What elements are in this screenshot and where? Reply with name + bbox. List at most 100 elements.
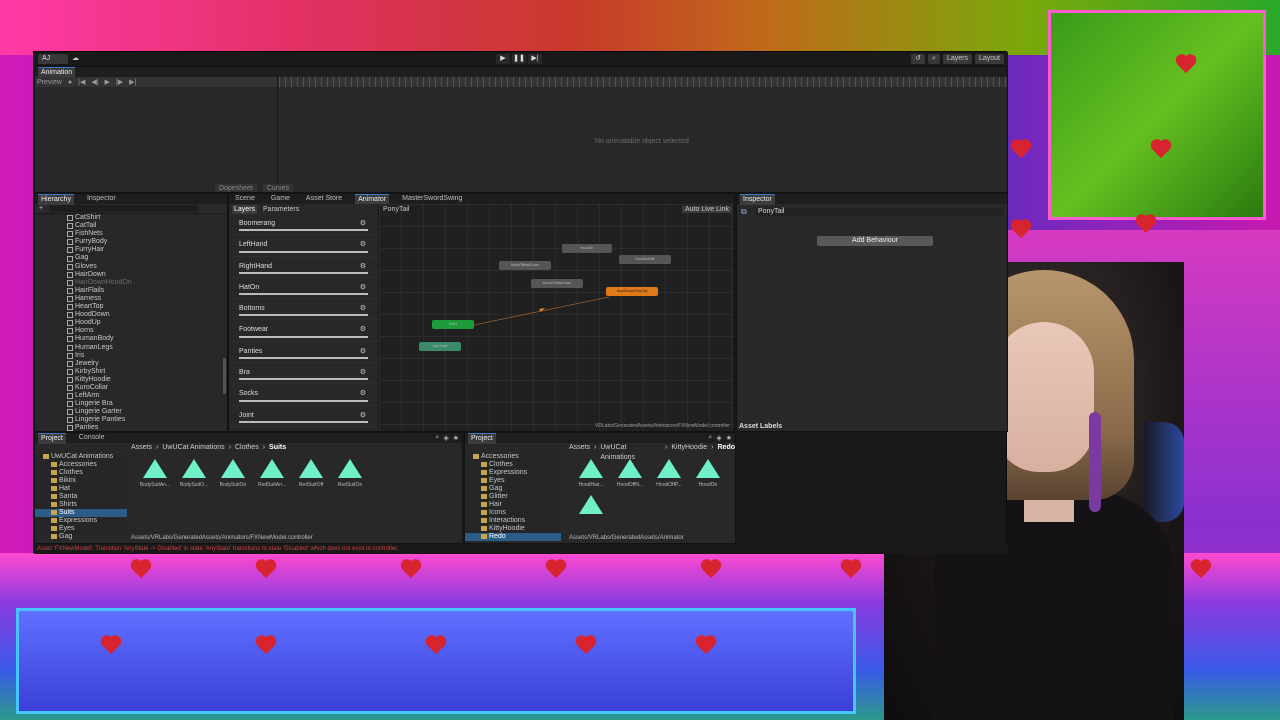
- animation-clip-asset[interactable]: [575, 495, 607, 518]
- hierarchy-item[interactable]: KirbyShirt: [67, 368, 227, 376]
- folder-item[interactable]: Gag: [465, 485, 561, 493]
- gear-icon[interactable]: ⚙: [360, 262, 366, 270]
- gear-icon[interactable]: ⚙: [360, 304, 366, 312]
- hierarchy-item[interactable]: HairDown: [67, 271, 227, 279]
- tab-animator[interactable]: Animator: [355, 194, 390, 205]
- prev-key-icon[interactable]: ◀|: [91, 78, 98, 86]
- hierarchy-item[interactable]: Horns: [67, 327, 227, 335]
- animation-clip-asset[interactable]: HoodOffP...: [653, 459, 685, 488]
- folder-item[interactable]: Eyes: [35, 525, 127, 533]
- tab-parameters[interactable]: Parameters: [261, 205, 301, 214]
- preview-toggle[interactable]: Preview: [37, 79, 62, 86]
- layer-weight-bar[interactable]: [239, 399, 368, 402]
- hierarchy-item[interactable]: Lingerie Panties: [67, 416, 227, 424]
- animation-clip-asset[interactable]: HoodOffN...: [614, 459, 646, 488]
- folder-item[interactable]: Interactions: [465, 517, 561, 525]
- animation-clip-asset[interactable]: BodySuitO...: [178, 459, 210, 488]
- record-icon[interactable]: ●: [68, 79, 72, 86]
- animator-layer[interactable]: RightHand ⚙: [229, 257, 378, 278]
- hierarchy-item[interactable]: FishNets: [67, 230, 227, 238]
- folder-item[interactable]: Icons: [465, 509, 561, 517]
- folder-item[interactable]: Hat: [35, 485, 127, 493]
- hierarchy-item[interactable]: FurryBody: [67, 238, 227, 246]
- hierarchy-item[interactable]: HoodUp: [67, 319, 227, 327]
- tab-inspector-left[interactable]: Inspector: [84, 194, 119, 204]
- layers-dropdown[interactable]: Layers: [942, 54, 972, 64]
- animation-clip-asset[interactable]: RedSuitOff: [295, 459, 327, 488]
- last-key-icon[interactable]: ▶|: [129, 78, 136, 86]
- folder-item[interactable]: Santa: [35, 493, 127, 501]
- tab-animation[interactable]: Animation: [38, 67, 76, 78]
- hierarchy-item[interactable]: Iris: [67, 352, 227, 360]
- hierarchy-item[interactable]: Jewelry: [67, 360, 227, 368]
- folder-item[interactable]: Eyes: [465, 477, 561, 485]
- folder-item[interactable]: Redo: [465, 533, 561, 541]
- folder-item[interactable]: Expressions: [35, 517, 127, 525]
- dopesheet-button[interactable]: Dopesheet: [215, 184, 257, 192]
- hierarchy-item[interactable]: CatTail: [67, 222, 227, 230]
- layer-weight-bar[interactable]: [239, 271, 368, 274]
- cloud-icon[interactable]: ☁: [72, 54, 84, 64]
- hierarchy-item[interactable]: Lingerie Garter: [67, 408, 227, 416]
- star-icon[interactable]: ★: [726, 434, 732, 442]
- graph-breadcrumb[interactable]: PonyTail: [383, 206, 409, 213]
- breadcrumb-item[interactable]: Clothes: [235, 443, 259, 453]
- tab-hierarchy[interactable]: Hierarchy: [38, 194, 74, 205]
- tab-layers[interactable]: Layers: [232, 204, 258, 214]
- breadcrumb-item[interactable]: UwUCat Animations: [600, 443, 661, 461]
- hierarchy-item[interactable]: Panties: [67, 424, 227, 431]
- animation-clip-asset[interactable]: RedSuitAn...: [256, 459, 288, 488]
- folder-item[interactable]: Clothes: [465, 461, 561, 469]
- layer-weight-bar[interactable]: [239, 420, 368, 423]
- state-graph[interactable]: HoodOn HoodOffHairDown HoodOnHairDown HoodO…: [379, 204, 734, 431]
- step-button[interactable]: ▶|: [528, 54, 542, 64]
- account-dropdown[interactable]: AJ: [38, 54, 68, 64]
- hierarchy-item[interactable]: HoodDown: [67, 311, 227, 319]
- timeline-ruler[interactable]: [279, 77, 1007, 87]
- breadcrumb-item[interactable]: Suits: [269, 443, 286, 453]
- gear-icon[interactable]: ⚙: [360, 219, 366, 227]
- search-icon[interactable]: ⌕: [435, 434, 439, 442]
- hierarchy-item[interactable]: HairFlails: [67, 287, 227, 295]
- filter-icon[interactable]: ◈: [716, 434, 721, 442]
- filter-icon[interactable]: ◈: [443, 434, 448, 442]
- pause-button[interactable]: ❚❚: [512, 54, 526, 64]
- layer-weight-bar[interactable]: [239, 357, 368, 360]
- history-icon[interactable]: ↺: [911, 54, 926, 64]
- star-icon[interactable]: ★: [453, 434, 459, 442]
- breadcrumb-item[interactable]: Redo: [718, 443, 736, 453]
- tab-asset-store[interactable]: Asset Store: [303, 194, 345, 204]
- layer-weight-bar[interactable]: [239, 335, 368, 338]
- folder-item[interactable]: UwUCat Animations: [35, 453, 127, 461]
- tab-scene[interactable]: Scene: [232, 194, 258, 204]
- folder-item[interactable]: Accessories: [35, 461, 127, 469]
- breadcrumb-item[interactable]: KittyHoodie: [671, 443, 707, 453]
- breadcrumb-item[interactable]: UwUCat Animations: [162, 443, 224, 453]
- layer-weight-bar[interactable]: [239, 314, 368, 317]
- layer-weight-bar[interactable]: [239, 293, 368, 296]
- folder-item[interactable]: Gag: [35, 533, 127, 541]
- folder-item[interactable]: KittyHoodie: [465, 525, 561, 533]
- first-key-icon[interactable]: |◀: [78, 78, 85, 86]
- animation-clip-asset[interactable]: HoodOn: [692, 459, 724, 488]
- layer-weight-bar[interactable]: [239, 250, 368, 253]
- play-anim-icon[interactable]: ▶: [105, 78, 110, 86]
- folder-item[interactable]: Hair: [465, 501, 561, 509]
- hierarchy-item[interactable]: HumanLegs: [67, 344, 227, 352]
- animation-clip-asset[interactable]: BodySuitAn...: [139, 459, 171, 488]
- auto-live-link-button[interactable]: Auto Live Link: [682, 205, 732, 213]
- gear-icon[interactable]: ⚙: [360, 325, 366, 333]
- gear-icon[interactable]: ⚙: [360, 368, 366, 376]
- search-icon[interactable]: ⌕: [928, 54, 940, 64]
- search-icon[interactable]: ⌕: [708, 434, 712, 442]
- next-key-icon[interactable]: |▶: [116, 78, 123, 86]
- gear-icon[interactable]: ⚙: [360, 389, 366, 397]
- animator-layer[interactable]: Boomerang ⚙: [229, 214, 378, 236]
- hierarchy-item[interactable]: KuroCollar: [67, 384, 227, 392]
- animator-layer[interactable]: Panties ⚙: [229, 342, 378, 364]
- animator-layer[interactable]: Footwear ⚙: [229, 320, 378, 342]
- layout-dropdown[interactable]: Layout: [974, 54, 1004, 64]
- tab-game[interactable]: Game: [268, 194, 293, 204]
- tab-masterswordswing[interactable]: MasterSwordSwing: [399, 194, 465, 204]
- animation-clip-asset[interactable]: RedSuitOn: [334, 459, 366, 488]
